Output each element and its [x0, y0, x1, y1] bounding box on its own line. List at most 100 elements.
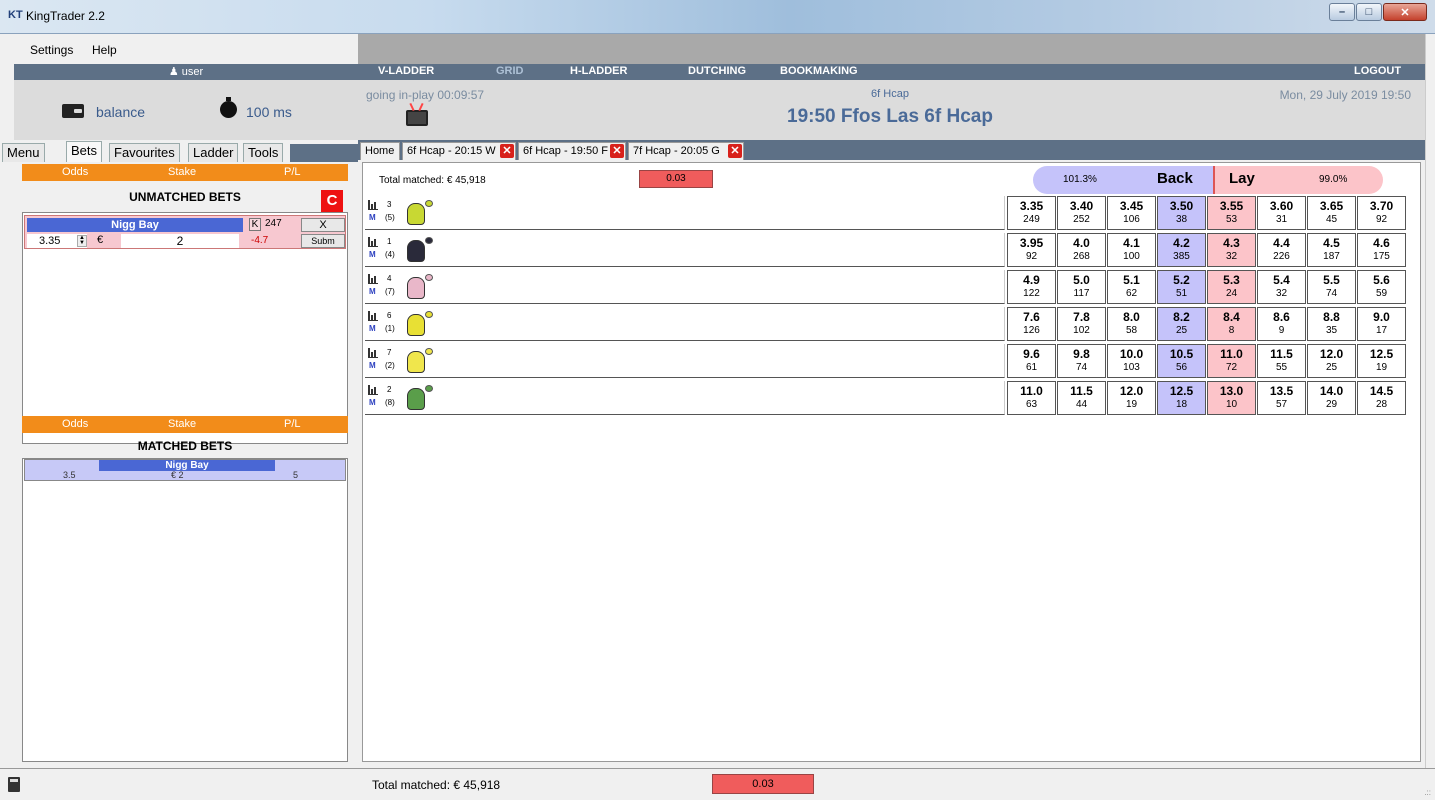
close-tab-icon[interactable]: ✕: [610, 144, 624, 158]
runner-row[interactable]: M 7 (2): [365, 344, 1005, 378]
back-price-cell[interactable]: 10.5 56: [1157, 344, 1206, 378]
back-price-cell[interactable]: 3.35 249: [1007, 196, 1056, 230]
tab-ladder[interactable]: Ladder: [188, 143, 239, 162]
nav-h-ladder[interactable]: H-LADDER: [570, 65, 627, 77]
tab-menu[interactable]: Menu: [2, 143, 45, 162]
back-price-cell[interactable]: 10.0 103: [1107, 344, 1156, 378]
odds-spinner[interactable]: ▲ ▼: [77, 235, 87, 247]
lay-price-cell[interactable]: 4.6 175: [1357, 233, 1406, 267]
close-button[interactable]: ✕: [1383, 3, 1427, 21]
back-price-cell[interactable]: 9.8 74: [1057, 344, 1106, 378]
bar-chart-icon[interactable]: [368, 237, 378, 247]
lay-price-cell[interactable]: 4.4 226: [1257, 233, 1306, 267]
lay-price-cell[interactable]: 5.4 32: [1257, 270, 1306, 304]
nav-bookmaking[interactable]: BOOKMAKING: [780, 65, 858, 77]
market-tab-3[interactable]: 7f Hcap - 20:05 G ✕: [628, 142, 744, 160]
nav-v-ladder[interactable]: V-LADDER: [378, 65, 434, 77]
lay-price-cell[interactable]: 8.4 8: [1207, 307, 1256, 341]
minimize-button[interactable]: –: [1329, 3, 1355, 21]
lay-price-cell[interactable]: 8.8 35: [1307, 307, 1356, 341]
back-price-cell[interactable]: 4.1 100: [1107, 233, 1156, 267]
menu-settings[interactable]: Settings: [30, 43, 73, 57]
resize-grip[interactable]: .::: [1424, 788, 1431, 797]
lay-price-cell[interactable]: 11.5 55: [1257, 344, 1306, 378]
back-price-cell[interactable]: 9.6 61: [1007, 344, 1056, 378]
runner-row[interactable]: M 1 (4): [365, 233, 1005, 267]
vertical-scrollbar[interactable]: [1425, 34, 1435, 768]
back-price-cell[interactable]: 12.0 19: [1107, 381, 1156, 415]
lay-price-cell[interactable]: 4.3 32: [1207, 233, 1256, 267]
lay-price-cell[interactable]: 3.65 45: [1307, 196, 1356, 230]
lay-price-cell[interactable]: 9.0 17: [1357, 307, 1406, 341]
tab-home[interactable]: Home: [360, 142, 400, 160]
back-price-cell[interactable]: 8.0 58: [1107, 307, 1156, 341]
lay-price-cell[interactable]: 3.70 92: [1357, 196, 1406, 230]
lay-price-cell[interactable]: 14.0 29: [1307, 381, 1356, 415]
bar-chart-icon[interactable]: [368, 311, 378, 321]
tab-bets[interactable]: Bets: [66, 141, 103, 162]
runner-row[interactable]: M 3 (5): [365, 196, 1005, 230]
lay-price-cell[interactable]: 3.60 31: [1257, 196, 1306, 230]
cancel-bet-button[interactable]: X: [301, 218, 345, 232]
nav-grid[interactable]: GRID: [496, 65, 524, 77]
submit-bet-button[interactable]: Subm: [301, 234, 345, 248]
market-tab-1[interactable]: 6f Hcap - 20:15 W ✕: [402, 142, 516, 160]
close-tab-icon[interactable]: ✕: [728, 144, 742, 158]
tv-icon[interactable]: [406, 110, 428, 126]
back-price-cell[interactable]: 12.5 18: [1157, 381, 1206, 415]
lay-price-cell[interactable]: 3.55 53: [1207, 196, 1256, 230]
lay-price-cell[interactable]: 13.0 10: [1207, 381, 1256, 415]
runner-row[interactable]: M 6 (1): [365, 307, 1005, 341]
lay-price-cell[interactable]: 11.0 72: [1207, 344, 1256, 378]
back-price-cell[interactable]: 3.50 38: [1157, 196, 1206, 230]
bar-chart-icon[interactable]: [368, 200, 378, 210]
back-price-cell[interactable]: 7.6 126: [1007, 307, 1056, 341]
close-tab-icon[interactable]: ✕: [500, 144, 514, 158]
back-price-cell[interactable]: 5.0 117: [1057, 270, 1106, 304]
back-price-cell[interactable]: 3.45 106: [1107, 196, 1156, 230]
back-price-cell[interactable]: 3.40 252: [1057, 196, 1106, 230]
lay-price-cell[interactable]: 5.3 24: [1207, 270, 1256, 304]
lay-price-cell[interactable]: 14.5 28: [1357, 381, 1406, 415]
back-price-cell[interactable]: 8.2 25: [1157, 307, 1206, 341]
available-size: 249: [1023, 214, 1040, 225]
market-depth-link[interactable]: M: [369, 213, 376, 222]
back-price-cell[interactable]: 4.2 385: [1157, 233, 1206, 267]
calculator-icon[interactable]: [8, 777, 20, 792]
market-tab-2[interactable]: 6f Hcap - 19:50 F ✕: [518, 142, 626, 160]
keep-toggle[interactable]: K: [249, 218, 261, 231]
cancel-all-button[interactable]: C: [321, 190, 343, 212]
bar-chart-icon[interactable]: [368, 274, 378, 284]
back-price-cell[interactable]: 11.5 44: [1057, 381, 1106, 415]
back-price-cell[interactable]: 7.8 102: [1057, 307, 1106, 341]
logout-link[interactable]: LOGOUT: [1354, 65, 1401, 77]
runner-row[interactable]: M 2 (8): [365, 381, 1005, 415]
nav-dutching[interactable]: DUTCHING: [688, 65, 746, 77]
maximize-button[interactable]: □: [1356, 3, 1382, 21]
menu-help[interactable]: Help: [92, 43, 117, 57]
back-price-cell[interactable]: 5.1 62: [1107, 270, 1156, 304]
market-depth-link[interactable]: M: [369, 398, 376, 407]
lay-price-cell[interactable]: 5.6 59: [1357, 270, 1406, 304]
lay-price-cell[interactable]: 12.5 19: [1357, 344, 1406, 378]
market-depth-link[interactable]: M: [369, 361, 376, 370]
back-price-cell[interactable]: 3.95 92: [1007, 233, 1056, 267]
back-price-cell[interactable]: 5.2 51: [1157, 270, 1206, 304]
lay-price-cell[interactable]: 4.5 187: [1307, 233, 1356, 267]
runner-row[interactable]: M 4 (7): [365, 270, 1005, 304]
tab-tools[interactable]: Tools: [243, 143, 284, 162]
bet-stake-input[interactable]: 2: [121, 234, 239, 248]
lay-price-cell[interactable]: 12.0 25: [1307, 344, 1356, 378]
lay-price-cell[interactable]: 8.6 9: [1257, 307, 1306, 341]
lay-price-cell[interactable]: 13.5 57: [1257, 381, 1306, 415]
bar-chart-icon[interactable]: [368, 385, 378, 395]
back-price-cell[interactable]: 11.0 63: [1007, 381, 1056, 415]
back-price-cell[interactable]: 4.9 122: [1007, 270, 1056, 304]
market-depth-link[interactable]: M: [369, 287, 376, 296]
lay-price-cell[interactable]: 5.5 74: [1307, 270, 1356, 304]
market-depth-link[interactable]: M: [369, 250, 376, 259]
bar-chart-icon[interactable]: [368, 348, 378, 358]
back-price-cell[interactable]: 4.0 268: [1057, 233, 1106, 267]
market-depth-link[interactable]: M: [369, 324, 376, 333]
tab-favourites[interactable]: Favourites: [109, 143, 180, 162]
